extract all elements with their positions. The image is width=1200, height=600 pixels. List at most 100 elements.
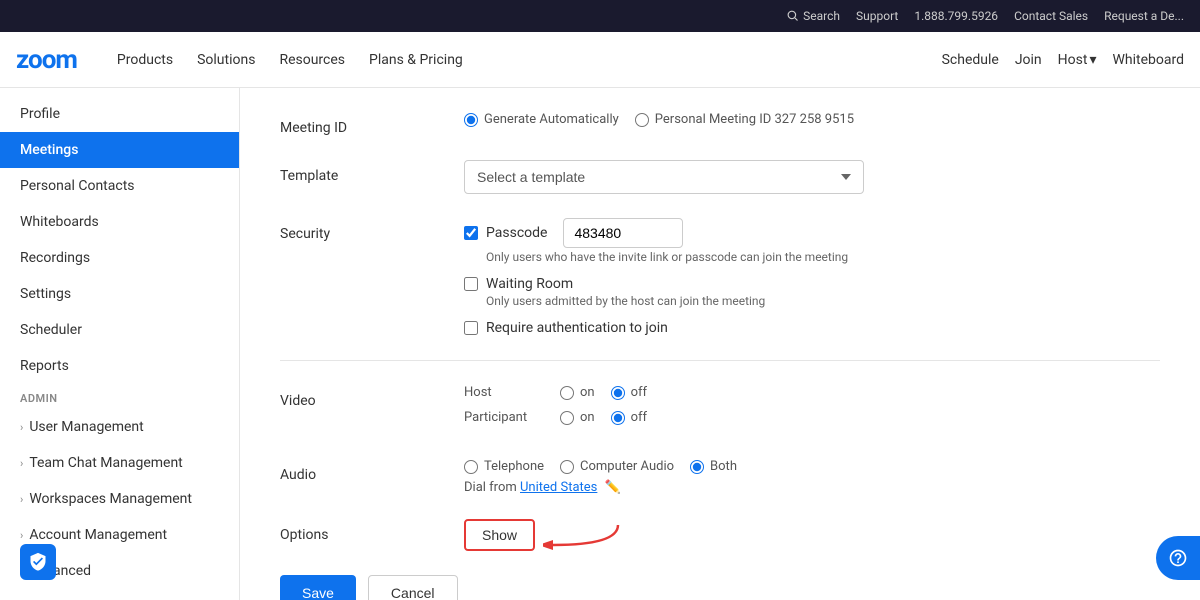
main-nav: zoom Products Solutions Resources Plans …: [0, 32, 1200, 88]
waiting-room-checkbox[interactable]: [464, 277, 478, 291]
dial-from-country[interactable]: United States: [520, 480, 597, 495]
template-label: Template: [280, 160, 440, 184]
phone-number: 1.888.799.5926: [914, 9, 998, 23]
host-on-radio[interactable]: [560, 386, 574, 400]
host-label: Host: [1058, 52, 1088, 68]
security-row: Security Passcode Only users who have th…: [280, 218, 1160, 336]
main-content: Meeting ID Generate Automatically Person…: [240, 88, 1200, 600]
host-off-option[interactable]: off: [611, 385, 647, 400]
sidebar-item-profile[interactable]: Profile: [0, 96, 239, 132]
shield-badge[interactable]: [20, 544, 56, 580]
options-field: Show: [464, 519, 1160, 551]
generate-auto-option[interactable]: Generate Automatically: [464, 112, 619, 127]
sidebar-label-scheduler: Scheduler: [20, 322, 82, 338]
chevron-right-icon: ›: [20, 529, 23, 542]
schedule-link[interactable]: Schedule: [942, 52, 999, 68]
template-select[interactable]: Select a template: [464, 160, 864, 194]
sidebar: Profile Meetings Personal Contacts White…: [0, 88, 240, 600]
sidebar-label-personal-contacts: Personal Contacts: [20, 178, 135, 194]
both-audio-option[interactable]: Both: [690, 459, 737, 474]
whiteboard-link[interactable]: Whiteboard: [1112, 52, 1184, 68]
nav-plans[interactable]: Plans & Pricing: [369, 48, 463, 72]
host-button[interactable]: Host ▾: [1058, 52, 1097, 68]
sidebar-item-settings[interactable]: Settings: [0, 276, 239, 312]
audio-label: Audio: [280, 459, 440, 483]
dial-from-label: Dial from: [464, 480, 517, 495]
cancel-button[interactable]: Cancel: [368, 575, 458, 600]
sidebar-label-team-chat: Team Chat Management: [29, 455, 182, 471]
computer-audio-radio[interactable]: [560, 460, 574, 474]
computer-audio-option[interactable]: Computer Audio: [560, 459, 674, 474]
both-audio-label: Both: [710, 459, 737, 474]
sidebar-label-workspaces: Workspaces Management: [29, 491, 192, 507]
passcode-checkbox[interactable]: [464, 226, 478, 240]
participant-off-radio[interactable]: [611, 411, 625, 425]
personal-meeting-id-label: Personal Meeting ID 327 258 9515: [655, 112, 854, 127]
both-audio-radio[interactable]: [690, 460, 704, 474]
sidebar-item-user-management[interactable]: › User Management: [0, 409, 239, 445]
chevron-right-icon: ›: [20, 493, 23, 506]
sidebar-label-whiteboards: Whiteboards: [20, 214, 99, 230]
participant-off-option[interactable]: off: [611, 410, 647, 425]
sidebar-item-scheduler[interactable]: Scheduler: [0, 312, 239, 348]
dial-from-row: Dial from United States ✏️: [464, 480, 1160, 495]
passcode-label[interactable]: Passcode: [486, 225, 547, 241]
audio-field: Telephone Computer Audio Both Dial from …: [464, 459, 1160, 495]
sidebar-label-reports: Reports: [20, 358, 69, 374]
contact-sales-link[interactable]: Contact Sales: [1014, 9, 1088, 23]
waiting-room-hint: Only users admitted by the host can join…: [486, 294, 1160, 308]
sidebar-item-whiteboards[interactable]: Whiteboards: [0, 204, 239, 240]
passcode-checkbox-row: Passcode: [464, 218, 1160, 248]
template-field: Select a template: [464, 160, 1160, 194]
sidebar-item-workspaces[interactable]: › Workspaces Management: [0, 481, 239, 517]
sidebar-label-recordings: Recordings: [20, 250, 90, 266]
passcode-section: Passcode Only users who have the invite …: [464, 218, 1160, 264]
participant-on-option[interactable]: on: [560, 410, 595, 425]
sidebar-item-team-chat[interactable]: › Team Chat Management: [0, 445, 239, 481]
telephone-radio[interactable]: [464, 460, 478, 474]
request-demo-link[interactable]: Request a De...: [1104, 9, 1184, 23]
sidebar-item-personal-contacts[interactable]: Personal Contacts: [0, 168, 239, 204]
personal-meeting-id-radio[interactable]: [635, 113, 649, 127]
participant-video-label: Participant: [464, 410, 544, 425]
meeting-id-options: Generate Automatically Personal Meeting …: [464, 112, 1160, 127]
passcode-input[interactable]: [563, 218, 683, 248]
security-label: Security: [280, 218, 440, 242]
save-button[interactable]: Save: [280, 575, 356, 600]
sidebar-label-account: Account Management: [29, 527, 167, 543]
edit-dial-from-icon[interactable]: ✏️: [605, 480, 621, 495]
help-bubble[interactable]: [1156, 536, 1200, 580]
generate-auto-label: Generate Automatically: [484, 112, 619, 127]
nav-products[interactable]: Products: [117, 48, 173, 72]
sidebar-item-meetings[interactable]: Meetings: [0, 132, 239, 168]
nav-resources[interactable]: Resources: [279, 48, 345, 72]
audio-options: Telephone Computer Audio Both: [464, 459, 1160, 474]
sidebar-item-recordings[interactable]: Recordings: [0, 240, 239, 276]
join-link[interactable]: Join: [1015, 52, 1042, 68]
meeting-id-label: Meeting ID: [280, 112, 440, 136]
host-on-label: on: [580, 385, 595, 400]
participant-video-row: Participant on off: [464, 410, 1160, 425]
sidebar-item-reports[interactable]: Reports: [0, 348, 239, 384]
host-on-option[interactable]: on: [560, 385, 595, 400]
host-off-radio[interactable]: [611, 386, 625, 400]
participant-off-label: off: [631, 410, 647, 425]
require-auth-checkbox[interactable]: [464, 321, 478, 335]
logo[interactable]: zoom: [16, 45, 77, 75]
chevron-right-icon: ›: [20, 421, 23, 434]
options-label: Options: [280, 519, 440, 543]
generate-auto-radio[interactable]: [464, 113, 478, 127]
search-button[interactable]: Search: [787, 9, 840, 23]
support-link[interactable]: Support: [856, 9, 898, 23]
telephone-option[interactable]: Telephone: [464, 459, 544, 474]
waiting-room-section: Waiting Room Only users admitted by the …: [464, 276, 1160, 308]
require-auth-label[interactable]: Require authentication to join: [486, 320, 668, 336]
participant-on-radio[interactable]: [560, 411, 574, 425]
waiting-room-label[interactable]: Waiting Room: [486, 276, 573, 292]
chevron-right-icon: ›: [20, 457, 23, 470]
nav-solutions[interactable]: Solutions: [197, 48, 255, 72]
personal-meeting-id-option[interactable]: Personal Meeting ID 327 258 9515: [635, 112, 854, 127]
host-video-row: Host on off: [464, 385, 1160, 400]
arrow-indicator: [543, 520, 623, 550]
show-button[interactable]: Show: [464, 519, 535, 551]
